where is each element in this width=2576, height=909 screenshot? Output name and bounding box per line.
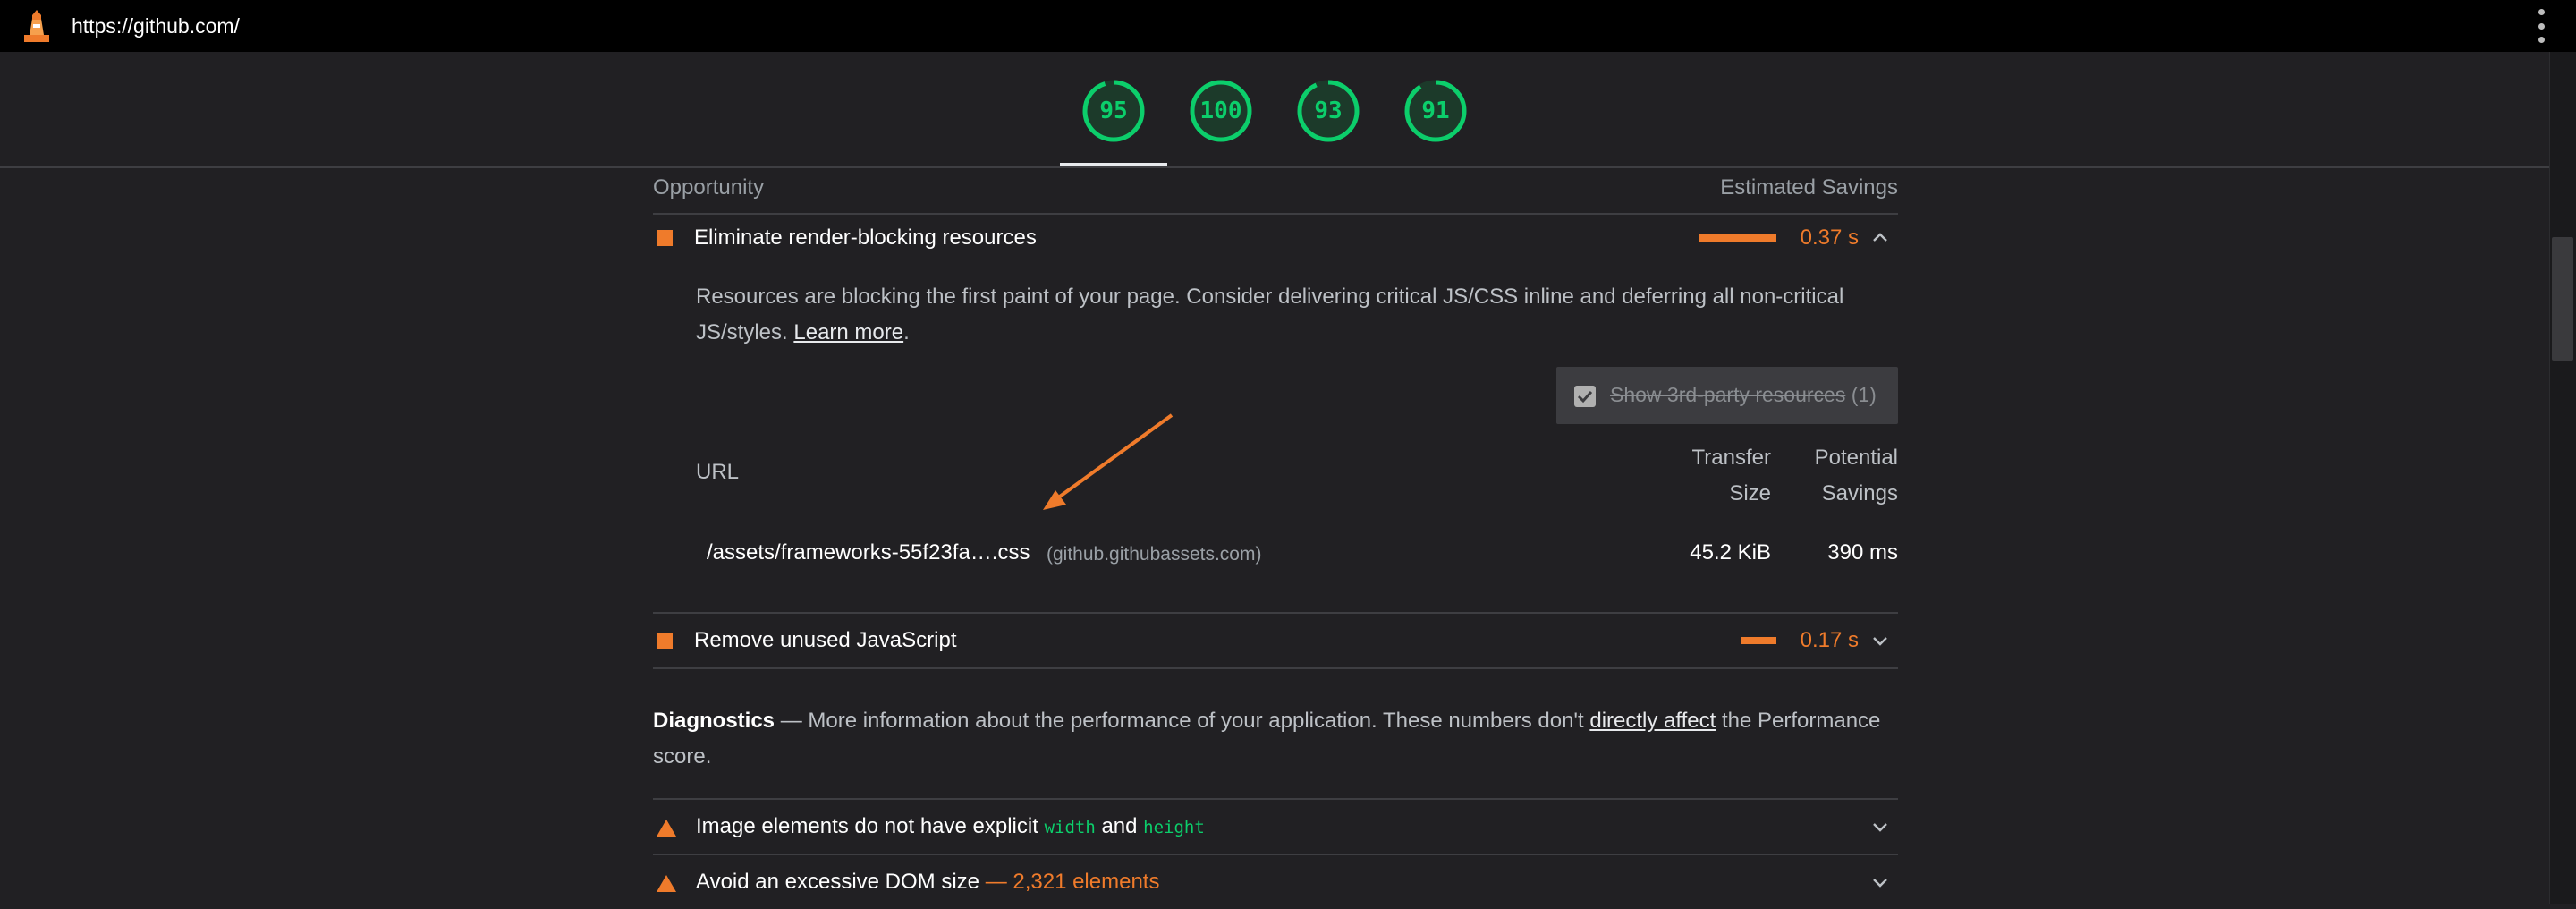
audit-savings: 0.17 s <box>1800 628 1859 652</box>
page-url: https://github.com/ <box>72 14 240 38</box>
resource-url[interactable]: /assets/frameworks-55f23fa….css <box>707 540 1030 565</box>
audit-title: Image elements do not have explicit widt… <box>696 814 1205 838</box>
score-gauge-seo[interactable]: 91 <box>1403 79 1468 143</box>
score-value: 100 <box>1199 98 1242 124</box>
lighthouse-logo-icon <box>24 10 49 42</box>
chevron-down-icon[interactable] <box>1869 871 1891 893</box>
scrollbar-thumb[interactable] <box>2552 237 2573 361</box>
audit-title: Avoid an excessive DOM size — 2,321 elem… <box>696 870 1160 894</box>
audit-unsized-images[interactable]: Image elements do not have explicit widt… <box>653 800 1898 854</box>
chevron-down-icon[interactable] <box>1869 630 1891 651</box>
score-gauge-accessibility[interactable]: 100 <box>1189 79 1253 143</box>
score-value: 91 <box>1421 98 1450 124</box>
score-bar: 95 100 93 91 <box>0 52 2549 168</box>
score-gauge-performance[interactable]: 95 <box>1081 79 1146 143</box>
score-value: 93 <box>1314 98 1343 124</box>
col-header-potential-savings: Potential Savings <box>1814 446 1898 505</box>
divider <box>653 667 1898 669</box>
chevron-down-icon[interactable] <box>1869 816 1891 837</box>
more-options-icon[interactable] <box>2537 9 2546 43</box>
active-gauge-indicator <box>1060 163 1167 166</box>
resource-host: (github.githubassets.com) <box>1046 544 1262 565</box>
audit-title: Remove unused JavaScript <box>694 628 957 652</box>
resource-potential-savings: 390 ms <box>1827 540 1898 565</box>
warning-triangle-icon <box>657 820 676 837</box>
directly-affect-link[interactable]: directly affect <box>1589 709 1716 733</box>
score-value: 95 <box>1099 98 1128 124</box>
audit-remove-unused-js[interactable]: Remove unused JavaScript 0.17 s <box>653 614 1898 667</box>
savings-bar <box>1741 637 1776 644</box>
diagnostics-heading: Diagnostics <box>653 709 775 733</box>
score-gauge-best-practices[interactable]: 93 <box>1296 79 1360 143</box>
col-header-url: URL <box>696 460 740 484</box>
scrollbar-track[interactable] <box>2549 52 2576 904</box>
col-header-transfer-size: Transfer Size <box>1691 446 1771 505</box>
resource-transfer-size: 45.2 KiB <box>1690 540 1771 565</box>
address-bar: https://github.com/ <box>0 0 2576 52</box>
diagnostics-intro: Diagnostics — More information about the… <box>653 709 1881 769</box>
audit-dom-size[interactable]: Avoid an excessive DOM size — 2,321 elem… <box>653 855 1898 909</box>
fail-square-icon <box>657 633 673 649</box>
warning-triangle-icon <box>657 875 676 892</box>
